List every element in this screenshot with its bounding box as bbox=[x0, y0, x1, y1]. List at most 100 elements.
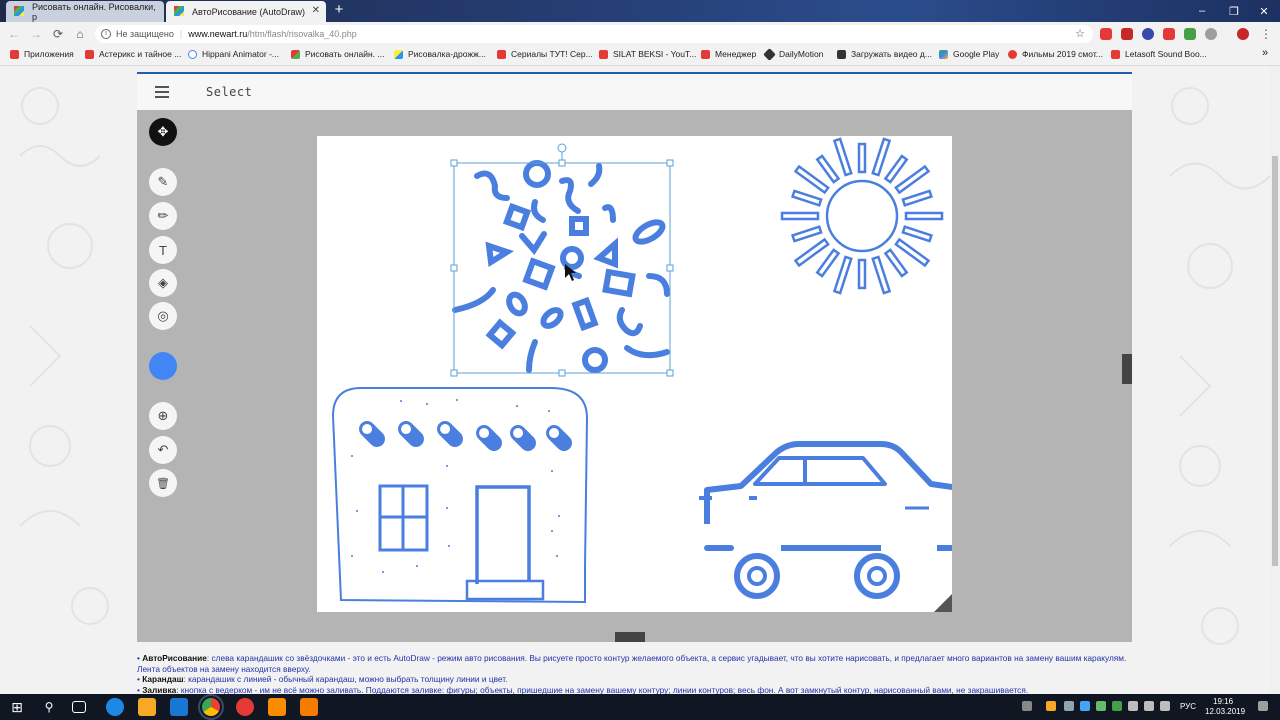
language-indicator[interactable]: РУС bbox=[1180, 702, 1196, 711]
bookmark-item[interactable]: Сериалы ТУТ! Сер... bbox=[497, 49, 593, 59]
opera-icon[interactable] bbox=[236, 698, 254, 716]
draw-tool-button[interactable]: ✏ bbox=[149, 202, 177, 230]
page-scrollbar[interactable] bbox=[1270, 66, 1280, 694]
bookmark-item[interactable]: Letasoft Sound Boo... bbox=[1111, 49, 1207, 59]
task-view-icon[interactable] bbox=[72, 701, 86, 713]
web-page: Select ✥ ✎ ✏ T ◈ ◎ ⊕ ↶ 🗑 • АвтоРисование… bbox=[0, 66, 1270, 694]
adblock-extension-icon[interactable] bbox=[1121, 28, 1133, 40]
close-tab-icon[interactable]: ✕ bbox=[312, 5, 320, 16]
sun-ray bbox=[793, 164, 830, 195]
media-player-icon[interactable] bbox=[300, 698, 318, 716]
bottom-drag-handle[interactable] bbox=[615, 632, 645, 642]
back-icon[interactable]: ← bbox=[6, 26, 22, 42]
bookmark-item[interactable]: Фильмы 2019 смот... bbox=[1008, 49, 1103, 59]
sun-ray bbox=[791, 189, 823, 207]
tray-icon[interactable] bbox=[1046, 701, 1056, 711]
separator: | bbox=[179, 29, 183, 39]
bookmark-item[interactable]: Астерикс и тайное ... bbox=[85, 49, 181, 59]
paint-bucket-icon: ◈ bbox=[158, 275, 168, 290]
new-tab-button[interactable]: + bbox=[330, 2, 348, 19]
undo-icon: ↶ bbox=[157, 442, 169, 457]
forward-icon[interactable]: → bbox=[28, 26, 44, 42]
file-explorer-icon[interactable] bbox=[138, 698, 156, 716]
reload-icon[interactable]: ⟳ bbox=[50, 26, 66, 42]
home-icon[interactable]: ⌂ bbox=[72, 26, 88, 42]
store-icon[interactable] bbox=[170, 698, 188, 716]
app-icon[interactable] bbox=[268, 698, 286, 716]
bookmark-item[interactable]: Hippani Animator -... bbox=[188, 49, 279, 59]
type-tool-button[interactable]: T bbox=[149, 236, 177, 264]
profile-avatar-icon[interactable] bbox=[1237, 28, 1249, 40]
sun-ray bbox=[894, 237, 931, 268]
minimize-button[interactable]: – bbox=[1186, 0, 1218, 22]
tray-icon[interactable] bbox=[1022, 701, 1032, 711]
sun-ray bbox=[901, 189, 933, 207]
bookmark-item[interactable]: DailyMotion bbox=[763, 47, 823, 61]
bookmark-item[interactable]: Приложения bbox=[10, 49, 74, 59]
bookmark-item[interactable]: Рисовать онлайн. ... bbox=[291, 49, 385, 59]
tray-icon[interactable] bbox=[1064, 701, 1074, 711]
canvas-resize-handle[interactable] bbox=[934, 594, 952, 612]
bookmark-item[interactable]: Рисовалка-дрожж... bbox=[394, 49, 486, 59]
right-drag-handle[interactable] bbox=[1122, 354, 1132, 384]
edge-icon[interactable] bbox=[106, 698, 124, 716]
notifications-icon[interactable] bbox=[1258, 701, 1268, 711]
address-bar[interactable]: i Не защищено | www.newart.ru/htm/flash/… bbox=[95, 25, 1093, 43]
bookmark-item[interactable]: Загружать видео д... bbox=[837, 49, 932, 59]
info-icon[interactable]: i bbox=[101, 29, 111, 39]
fill-tool-button[interactable]: ◈ bbox=[149, 269, 177, 297]
hamburger-menu-icon[interactable] bbox=[155, 86, 169, 98]
sun-ray bbox=[832, 255, 853, 295]
menu-kebab-icon[interactable]: ⋮ bbox=[1258, 26, 1274, 42]
extension-icon[interactable] bbox=[1100, 28, 1112, 40]
help-line: • АвтоРисование: слева карандашик со звё… bbox=[137, 653, 1127, 674]
sun-ray bbox=[791, 225, 823, 243]
tray-icon[interactable] bbox=[1080, 701, 1090, 711]
zoom-button[interactable]: ⊕ bbox=[149, 402, 177, 430]
extension-icon[interactable] bbox=[1184, 28, 1196, 40]
help-line: • Заливка: кнопка с ведерком - им не всё… bbox=[137, 684, 1029, 695]
tray-icon[interactable] bbox=[1112, 701, 1122, 711]
shape-tool-button[interactable]: ◎ bbox=[149, 302, 177, 330]
undo-button[interactable]: ↶ bbox=[149, 436, 177, 464]
bookmark-item[interactable]: Google Play bbox=[939, 49, 999, 59]
tray-icon[interactable] bbox=[1128, 701, 1138, 711]
tab-risovat-online[interactable]: Рисовать онлайн. Рисовалки, р bbox=[6, 1, 164, 22]
tab-autodraw[interactable]: АвтоРисование (AutoDraw) ✕ bbox=[166, 1, 326, 22]
extension-icon[interactable] bbox=[1142, 28, 1154, 40]
bookmark-item[interactable]: Менеджер bbox=[701, 49, 756, 59]
delete-button[interactable]: 🗑 bbox=[149, 469, 177, 497]
extension-icon[interactable] bbox=[1163, 28, 1175, 40]
google-icon bbox=[188, 49, 197, 59]
clock-date[interactable]: 12.03.2019 bbox=[1205, 707, 1245, 716]
site-favicon-icon bbox=[1008, 49, 1017, 59]
bookmarks-overflow-button[interactable]: » bbox=[1262, 47, 1268, 59]
scrollbar-thumb[interactable] bbox=[1272, 156, 1278, 566]
chrome-icon[interactable] bbox=[198, 694, 224, 720]
restore-button[interactable]: ❐ bbox=[1218, 0, 1250, 22]
windows-start-icon[interactable]: ⊞ bbox=[8, 698, 26, 716]
site-favicon-icon bbox=[291, 49, 300, 59]
move-arrows-icon: ✥ bbox=[157, 124, 169, 139]
autodraw-tool-button[interactable]: ✎ bbox=[149, 168, 177, 196]
bookmark-star-icon[interactable]: ☆ bbox=[1075, 27, 1085, 40]
browser-tab-strip: Рисовать онлайн. Рисовалки, р АвтоРисова… bbox=[0, 0, 1280, 22]
clock-time[interactable]: 19:16 bbox=[1213, 697, 1233, 706]
house-drawing bbox=[331, 387, 589, 604]
bookmark-item[interactable]: SILAT BEKSI - YouT... bbox=[599, 49, 696, 59]
color-picker-button[interactable] bbox=[149, 352, 177, 380]
site-favicon-icon bbox=[837, 49, 846, 59]
apps-grid-icon bbox=[10, 49, 19, 59]
browser-toolbar: ← → ⟳ ⌂ i Не защищено | www.newart.ru/ht… bbox=[0, 22, 1280, 46]
extension-icon[interactable] bbox=[1205, 28, 1217, 40]
select-tool-button[interactable]: ✥ bbox=[149, 118, 177, 146]
volume-icon[interactable] bbox=[1160, 701, 1170, 711]
network-icon[interactable] bbox=[1144, 701, 1154, 711]
insecure-label: Не защищено bbox=[116, 29, 174, 39]
close-window-button[interactable]: ✕ bbox=[1248, 0, 1280, 22]
sun-ray bbox=[815, 154, 841, 184]
tray-icon[interactable] bbox=[1096, 701, 1106, 711]
search-icon[interactable]: ⚲ bbox=[40, 698, 58, 716]
zoom-icon: ⊕ bbox=[157, 408, 169, 423]
drawing-canvas[interactable] bbox=[317, 136, 974, 612]
